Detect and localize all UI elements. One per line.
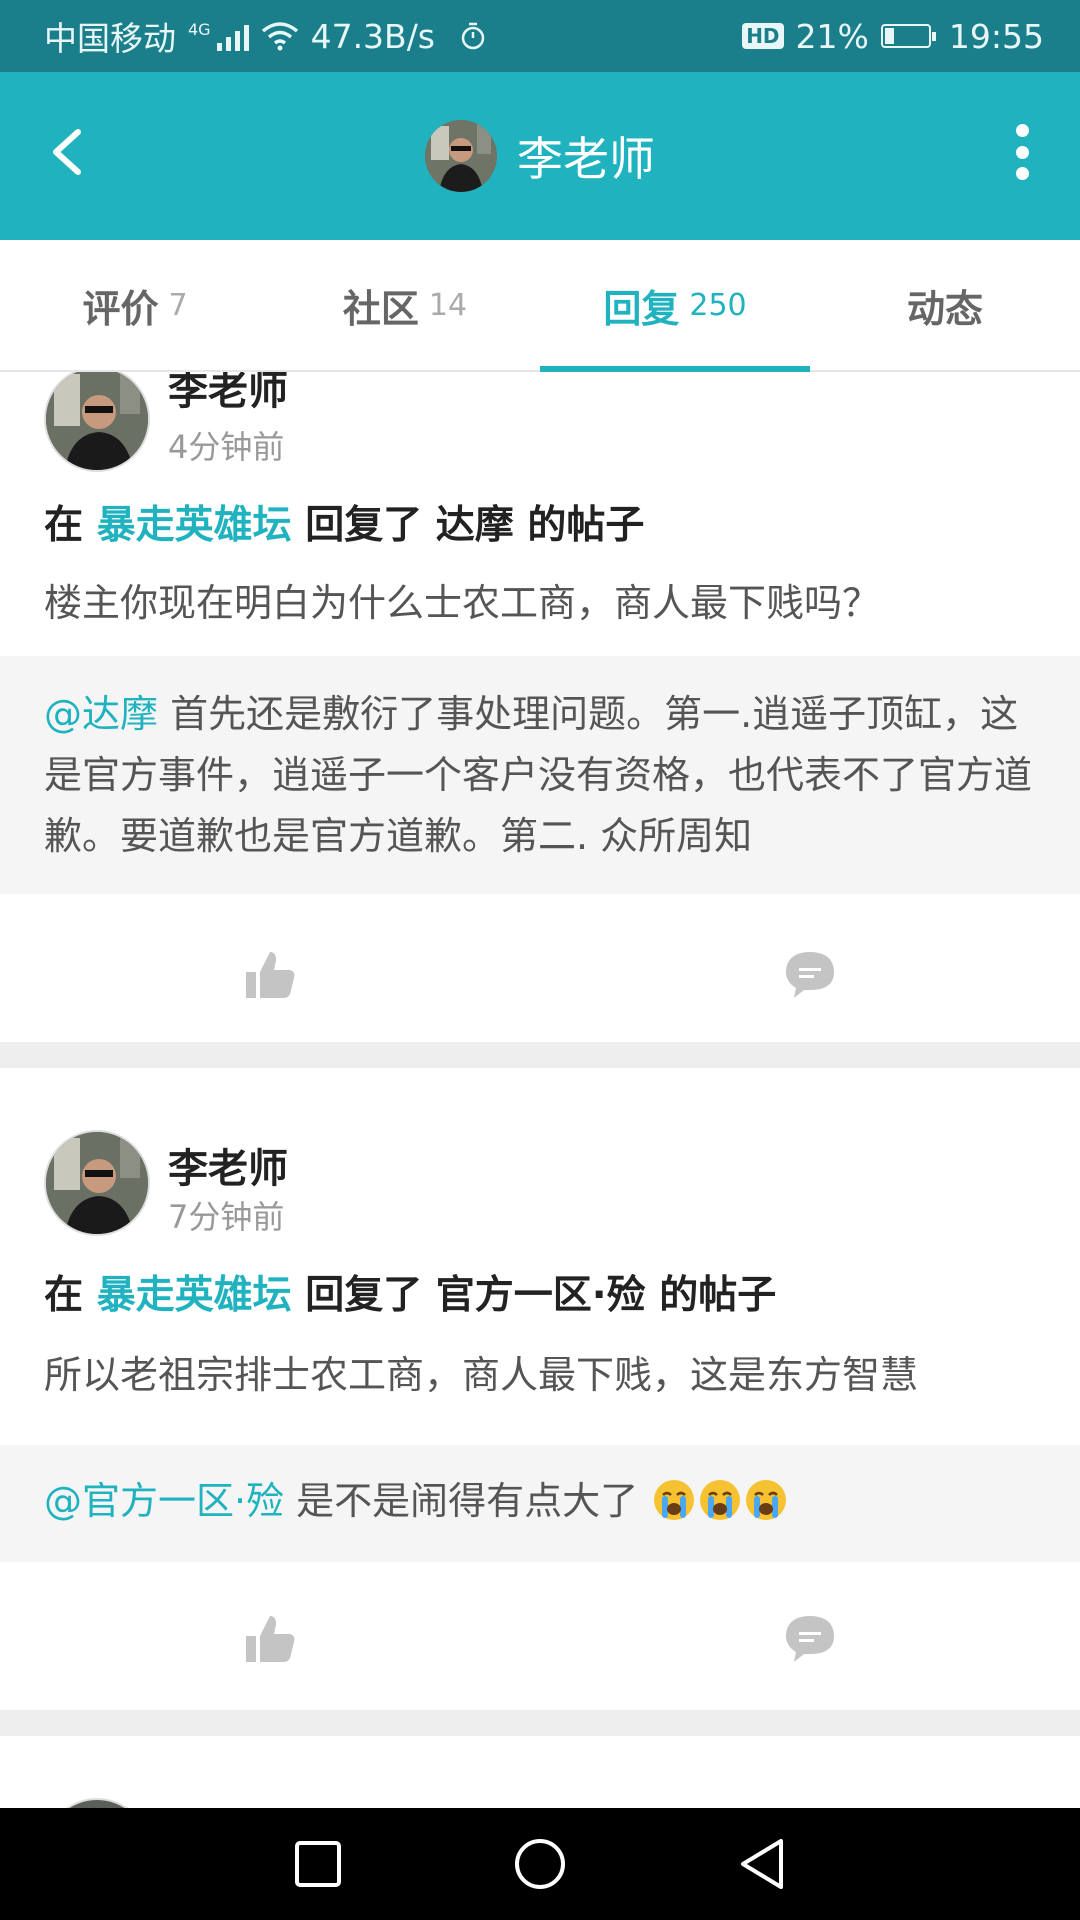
reply-card	[0, 1736, 1080, 1808]
battery-icon	[880, 24, 936, 48]
forum-link[interactable]: 暴走英雄坛	[97, 503, 292, 548]
crying-face-icon	[654, 1480, 695, 1520]
comment-icon[interactable]	[780, 944, 840, 1004]
tab-label: 社区	[342, 286, 419, 331]
reply-title: 在 暴走英雄坛 回复了 官方一区·殓 的帖子	[44, 1264, 776, 1320]
crying-face-icon	[746, 1480, 787, 1520]
clock: 19:55	[948, 16, 1044, 56]
quoted-post[interactable]: @达摩 首先还是敷衍了事处理问题。第一.逍遥子顶缸，这是官方事件，逍遥子一个客户…	[0, 656, 1080, 894]
tab-replies[interactable]: 回复 250	[540, 240, 810, 372]
timestamp: 4分钟前	[168, 428, 285, 466]
tab-reviews[interactable]: 评价 7	[0, 240, 270, 370]
alarm-icon	[461, 22, 485, 50]
reply-title: 在 暴走英雄坛 回复了 达摩 的帖子	[44, 494, 644, 550]
title-suffix: 的帖子	[527, 503, 645, 548]
timestamp: 7分钟前	[168, 1198, 285, 1236]
tab-bar: 评价 7 社区 14 回复 250 动态	[0, 240, 1080, 372]
reply-card: 李老师 4分钟前 在 暴走英雄坛 回复了 达摩 的帖子 楼主你现在明白为什么士农…	[0, 372, 1080, 1042]
title-prefix: 在	[44, 503, 84, 548]
tab-count: 14	[428, 287, 468, 323]
page-title: 李老师	[517, 132, 655, 186]
reply-snippet[interactable]: 所以老祖宗排士农工商，商人最下贱，这是东方智慧	[44, 1344, 1004, 1399]
avatar[interactable]	[44, 1798, 150, 1808]
quoted-post[interactable]: @官方一区·殓 是不是闹得有点大了	[0, 1445, 1080, 1562]
battery-percent: 21%	[795, 16, 869, 56]
more-vertical-icon[interactable]	[1010, 124, 1034, 180]
status-bar: 中国移动 4G 47.3B/s HD 21% 19:55	[0, 0, 1080, 72]
system-nav-bar	[0, 1808, 1080, 1920]
target-user[interactable]: 达摩	[436, 503, 514, 548]
quote-text: 是不是闹得有点大了	[284, 1479, 639, 1523]
emoji-row	[650, 1479, 788, 1523]
back-triangle-icon[interactable]	[737, 1837, 787, 1891]
recent-apps-icon[interactable]	[293, 1839, 343, 1889]
profile-header: 李老师	[0, 120, 1080, 192]
network-speed: 47.3B/s	[310, 16, 436, 56]
tab-count: 250	[689, 287, 747, 323]
tab-label: 评价	[82, 286, 159, 331]
avatar	[425, 120, 497, 192]
title-suffix: 的帖子	[659, 1273, 777, 1318]
tab-count: 7	[168, 287, 188, 323]
quote-text: 首先还是敷衍了事处理问题。第一.逍遥子顶缸，这是官方事件，逍遥子一个客户没有资格…	[44, 692, 1033, 858]
reply-feed: 李老师 4分钟前 在 暴走英雄坛 回复了 达摩 的帖子 楼主你现在明白为什么士农…	[0, 372, 1080, 1808]
wifi-icon	[261, 22, 298, 51]
avatar[interactable]	[44, 1130, 150, 1236]
home-icon[interactable]	[513, 1837, 567, 1891]
tab-activity[interactable]: 动态	[810, 240, 1080, 370]
comment-icon[interactable]	[780, 1608, 840, 1668]
thumbs-up-icon[interactable]	[240, 946, 300, 1006]
reply-card: 李老师 7分钟前 在 暴走英雄坛 回复了 官方一区·殓 的帖子 所以老祖宗排士农…	[0, 1068, 1080, 1710]
card-divider	[0, 1042, 1080, 1068]
reply-snippet[interactable]: 楼主你现在明白为什么士农工商，商人最下贱吗？	[44, 572, 1034, 627]
signal-icon	[216, 21, 249, 51]
title-middle: 回复了	[305, 503, 423, 548]
card-divider	[0, 1710, 1080, 1736]
tab-label: 回复	[603, 286, 680, 331]
hd-badge: HD	[742, 23, 784, 49]
target-user[interactable]: 官方一区·殓	[436, 1273, 646, 1318]
mention-link[interactable]: @达摩	[44, 692, 158, 736]
user-name[interactable]: 李老师	[168, 372, 288, 416]
tab-label: 动态	[906, 286, 983, 331]
title-middle: 回复了	[305, 1273, 423, 1318]
mention-link[interactable]: @官方一区·殓	[44, 1479, 284, 1523]
network-type: 4G	[188, 20, 211, 39]
avatar[interactable]	[44, 372, 150, 472]
title-prefix: 在	[44, 1273, 84, 1318]
tab-community[interactable]: 社区 14	[270, 240, 540, 370]
carrier-label: 中国移动	[44, 19, 176, 58]
forum-link[interactable]: 暴走英雄坛	[97, 1273, 292, 1318]
crying-face-icon	[700, 1480, 741, 1520]
app-header: 李老师	[0, 72, 1080, 240]
user-name[interactable]: 李老师	[168, 1136, 288, 1194]
thumbs-up-icon[interactable]	[240, 1610, 300, 1670]
